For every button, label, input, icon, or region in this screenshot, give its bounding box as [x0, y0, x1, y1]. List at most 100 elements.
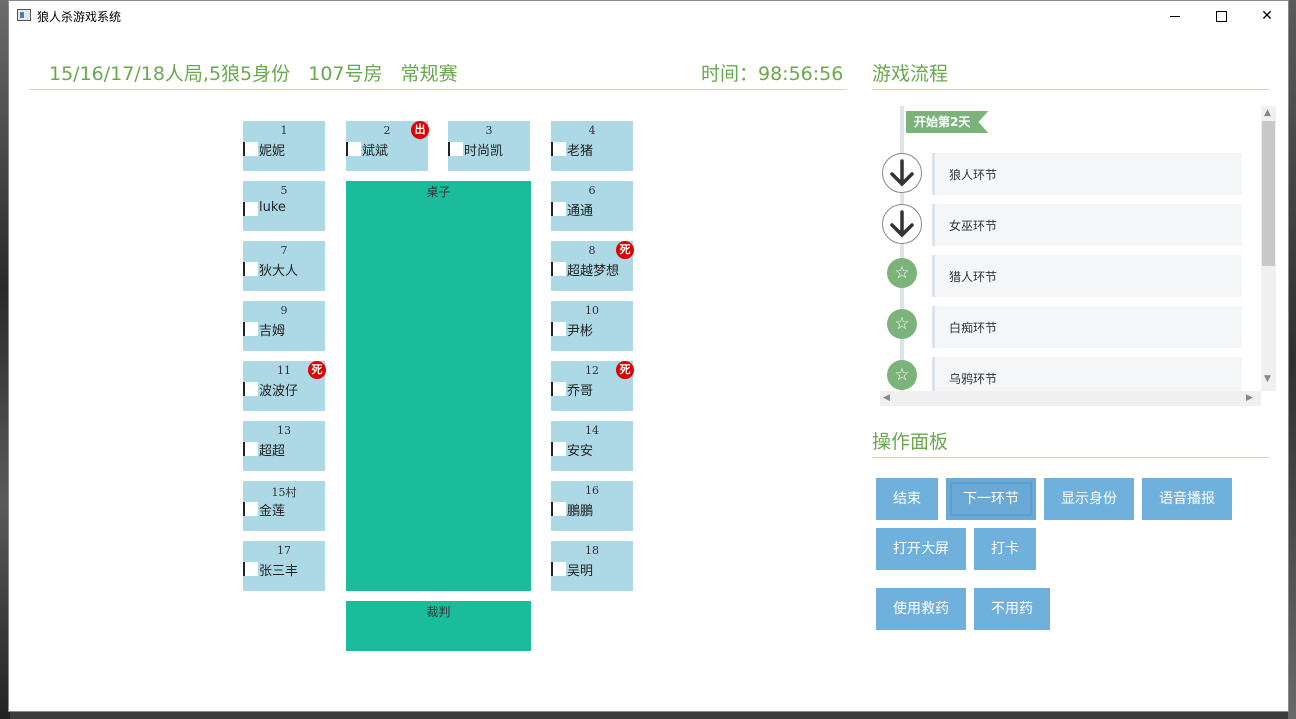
scroll-left-icon[interactable]: ◀ [883, 393, 890, 403]
player-name: 时尚凯 [464, 144, 504, 159]
game-flow-timeline[interactable]: 开始第2天 狼人环节 女巫环节 ☆ 猎人环节 ☆ 白痴环节 ☆ 乌鸦环节 [873, 106, 1269, 406]
flow-step-idiot[interactable]: 白痴环节 [932, 306, 1242, 348]
timeline-line [900, 106, 904, 391]
step-label: 猎人环节 [949, 270, 998, 284]
seat-1[interactable]: 1 妮妮 [243, 121, 325, 171]
seat-number: 3 [485, 124, 493, 137]
avatar [243, 262, 258, 276]
step-label: 乌鸦环节 [949, 372, 998, 386]
seat-number: 16 [585, 484, 599, 497]
avatar [551, 262, 566, 276]
seat-17[interactable]: 17 张三丰 [243, 541, 325, 591]
player-name: 斌斌 [362, 144, 389, 159]
flow-step-witch[interactable]: 女巫环节 [932, 204, 1242, 246]
seat-12[interactable]: 12 乔哥 死 [551, 361, 634, 411]
step-label: 女巫环节 [949, 219, 998, 233]
voice-broadcast-button[interactable]: 语音播报 [1142, 478, 1232, 520]
player-name: 超超 [259, 444, 286, 459]
arrow-down-icon [882, 153, 922, 193]
minimize-icon [1170, 15, 1180, 17]
show-identity-button[interactable]: 显示身份 [1044, 478, 1134, 520]
seat-7[interactable]: 7 狄大人 [243, 241, 325, 291]
player-name: 吴明 [567, 564, 594, 579]
next-step-button[interactable]: 下一环节 [946, 478, 1036, 520]
seat-number: 18 [585, 544, 599, 557]
open-big-screen-button[interactable]: 打开大屏 [876, 528, 966, 570]
check-in-button[interactable]: 打卡 [974, 528, 1036, 570]
no-antidote-button[interactable]: 不用药 [974, 588, 1050, 630]
player-name: 波波仔 [259, 384, 299, 399]
avatar [243, 142, 258, 156]
avatar [551, 502, 566, 516]
game-timer: 时间：98:56:56 [701, 63, 844, 85]
seat-number: 10 [585, 304, 599, 317]
window-title: 狼人杀游戏系统 [37, 10, 122, 24]
player-name: 金莲 [259, 504, 286, 519]
seat-18[interactable]: 18 吴明 [551, 541, 633, 591]
seat-8[interactable]: 8 超越梦想 死 [551, 241, 634, 291]
flow-horizontal-scrollbar[interactable]: ◀ ▶ [880, 391, 1261, 406]
minimize-button[interactable] [1152, 1, 1198, 31]
step-label: 狼人环节 [949, 168, 998, 182]
star-icon: ☆ [887, 258, 917, 288]
scroll-down-icon[interactable]: ▼ [1264, 374, 1271, 384]
dead-badge: 死 [616, 361, 634, 379]
dead-badge: 死 [616, 241, 634, 259]
seat-15[interactable]: 15村 金莲 [243, 481, 325, 531]
seat-number: 5 [280, 184, 288, 197]
judge-seat[interactable]: 裁判 [346, 601, 531, 651]
seat-6[interactable]: 6 通通 [551, 181, 633, 231]
player-name: 尹彬 [567, 324, 594, 339]
arrow-down-icon [882, 204, 922, 244]
flow-divider [872, 89, 1269, 90]
player-name: 吉姆 [259, 324, 286, 339]
seat-number: 4 [588, 124, 596, 137]
game-info: 15/16/17/18人局,5狼5身份 107号房 常规赛 [49, 63, 458, 85]
end-button[interactable]: 结束 [876, 478, 938, 520]
avatar [346, 142, 361, 156]
seat-14[interactable]: 14 安安 [551, 421, 633, 471]
avatar [551, 562, 566, 576]
seat-number: 9 [280, 304, 288, 317]
seat-2[interactable]: 2 斌斌 出 [346, 121, 429, 171]
flow-step-hunter[interactable]: 猎人环节 [932, 255, 1242, 297]
use-antidote-button[interactable]: 使用救药 [876, 588, 966, 630]
maximize-button[interactable] [1198, 1, 1244, 31]
seat-9[interactable]: 9 吉姆 [243, 301, 325, 351]
judge-label: 裁判 [426, 605, 451, 619]
title-bar[interactable]: 狼人杀游戏系统 ✕ [9, 1, 1288, 31]
seat-16[interactable]: 16 鵬鵬 [551, 481, 633, 531]
maximize-icon [1215, 10, 1227, 22]
player-name: 张三丰 [259, 564, 299, 579]
close-icon: ✕ [1261, 8, 1273, 24]
out-badge: 出 [411, 121, 429, 139]
star-icon: ☆ [887, 309, 917, 339]
flow-step-werewolf[interactable]: 狼人环节 [932, 153, 1242, 195]
player-name: 狄大人 [259, 264, 299, 279]
seat-number: 17 [277, 544, 291, 557]
seat-5[interactable]: 5 luke [243, 181, 325, 231]
player-name: 安安 [567, 444, 594, 459]
panel-title: 操作面板 [872, 431, 949, 453]
seat-4[interactable]: 4 老猪 [551, 121, 633, 171]
avatar [243, 202, 258, 216]
scrollbar-thumb[interactable] [1262, 121, 1275, 266]
player-name: 鵬鵬 [567, 504, 594, 519]
seat-11[interactable]: 11 波波仔 死 [243, 361, 326, 411]
seat-number: 13 [277, 424, 291, 437]
seat-3[interactable]: 3 时尚凯 [448, 121, 530, 171]
header-divider [29, 89, 847, 90]
star-icon: ☆ [887, 360, 917, 390]
player-name: 老猪 [567, 144, 594, 159]
app-icon [17, 9, 31, 21]
close-button[interactable]: ✕ [1244, 1, 1290, 31]
scroll-up-icon[interactable]: ▲ [1264, 108, 1271, 118]
game-table: 桌子 [346, 181, 531, 591]
table-label: 桌子 [426, 185, 451, 199]
avatar [551, 142, 566, 156]
avatar [243, 382, 258, 396]
scroll-right-icon[interactable]: ▶ [1246, 393, 1253, 403]
seat-10[interactable]: 10 尹彬 [551, 301, 633, 351]
avatar [448, 142, 463, 156]
seat-13[interactable]: 13 超超 [243, 421, 325, 471]
